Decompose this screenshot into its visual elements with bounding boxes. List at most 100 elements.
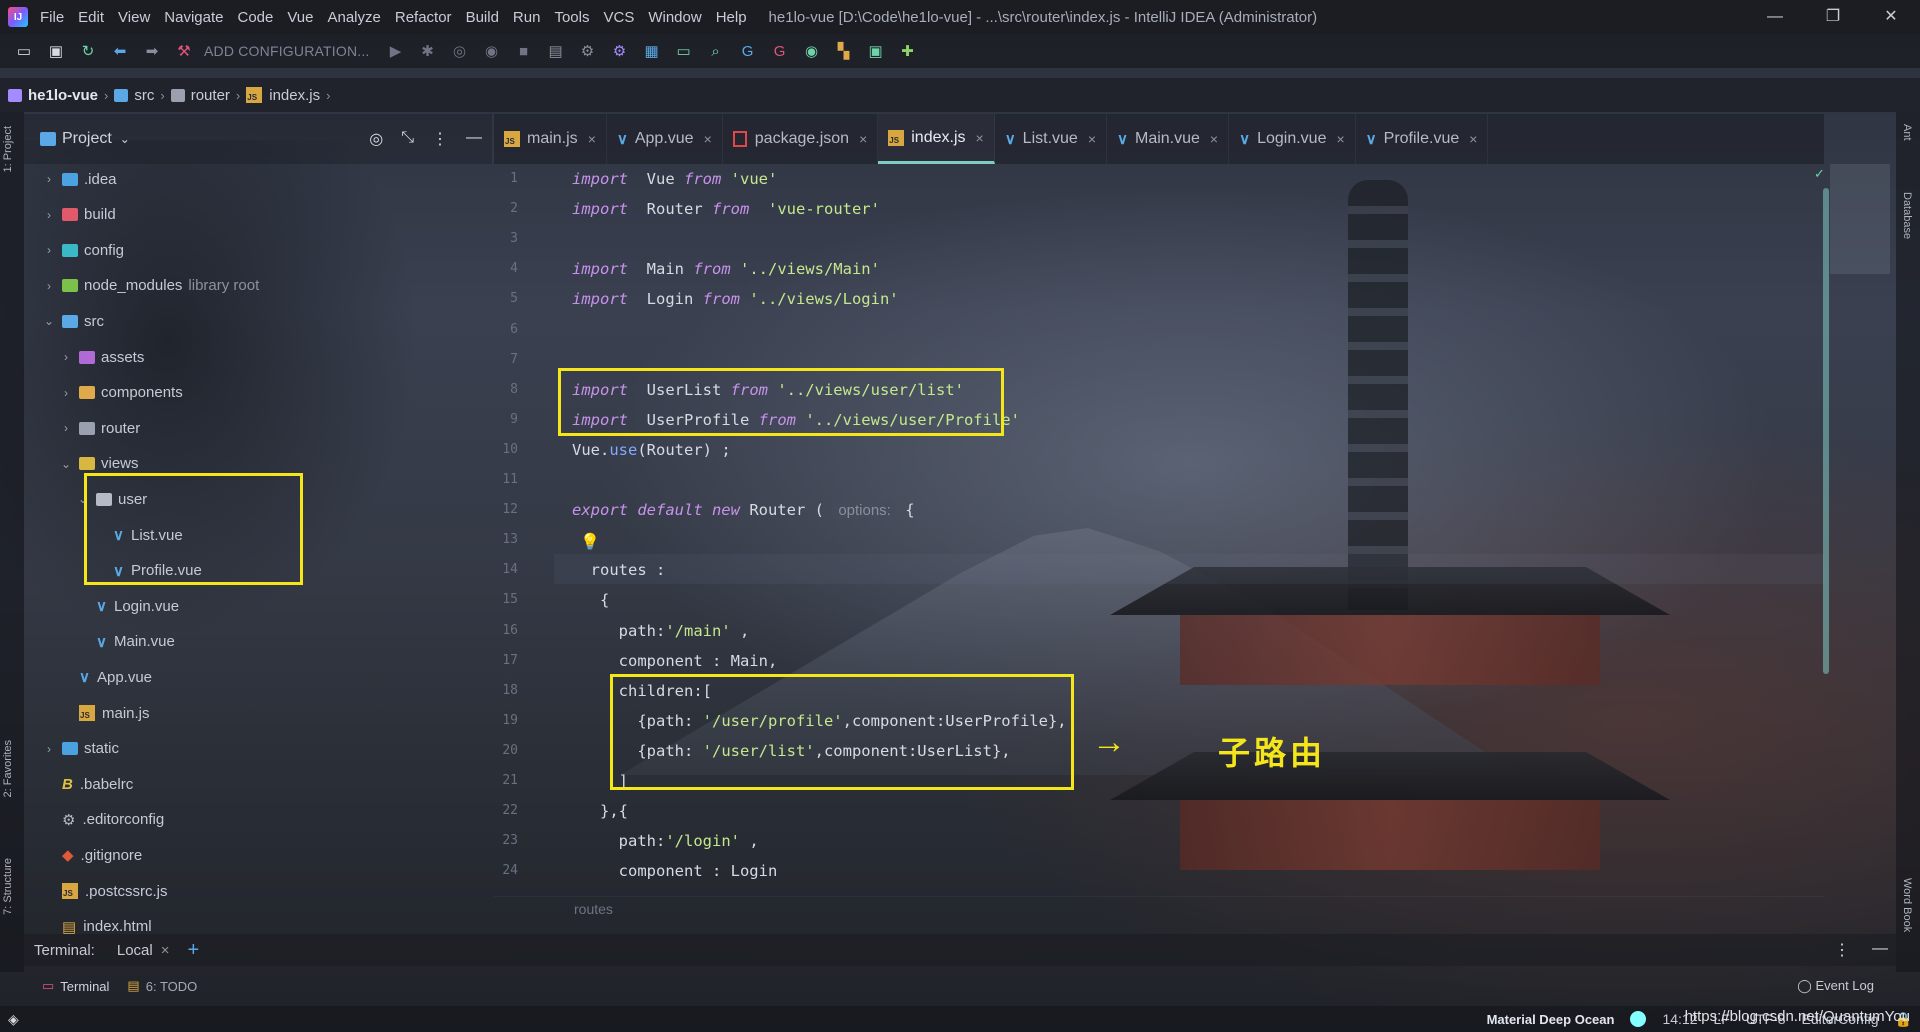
editor-tab-list-vue[interactable]: ∨ List.vue × xyxy=(995,114,1107,164)
line-number[interactable]: 11 xyxy=(494,472,518,487)
more-options-icon[interactable]: ⋮ xyxy=(1834,940,1850,960)
chevron-down-icon[interactable]: ⌄ xyxy=(59,457,73,471)
chevron-right-icon[interactable]: › xyxy=(42,279,56,293)
line-number[interactable]: 8 xyxy=(494,382,518,397)
editor-scrollbar[interactable] xyxy=(1823,188,1829,674)
editor-tab-package-json[interactable]: package.json × xyxy=(723,114,879,164)
search-icon[interactable]: ⌕ xyxy=(705,40,727,62)
line-number[interactable]: 7 xyxy=(494,352,518,367)
menu-help[interactable]: Help xyxy=(716,9,747,26)
line-number[interactable]: 24 xyxy=(494,863,518,878)
translate-icon[interactable]: G xyxy=(737,40,759,62)
code-line[interactable]: { xyxy=(572,585,609,615)
code-line[interactable]: path:'/login' , xyxy=(572,826,759,856)
line-number[interactable]: 3 xyxy=(494,231,518,246)
theme-indicator[interactable]: Material Deep Ocean xyxy=(1487,1012,1615,1027)
breadcrumb-src[interactable]: src xyxy=(114,87,154,104)
close-tab-icon[interactable]: × xyxy=(161,942,170,959)
editor-tab-app-vue[interactable]: ∨ App.vue × xyxy=(607,114,723,164)
editor-tab-login-vue[interactable]: ∨ Login.vue × xyxy=(1229,114,1356,164)
close-tab-icon[interactable]: × xyxy=(859,131,867,147)
code-editor[interactable]: import Vue from 'vue' import Router from … xyxy=(572,164,1752,904)
code-icon[interactable]: ▣ xyxy=(865,40,887,62)
open-folder-icon[interactable]: ▭ xyxy=(13,40,35,62)
line-number[interactable]: 21 xyxy=(494,773,518,788)
chevron-right-icon[interactable]: › xyxy=(59,350,73,364)
tree-item-babelrc[interactable]: B .babelrc xyxy=(42,769,133,799)
menu-edit[interactable]: Edit xyxy=(78,9,104,26)
puzzle-icon[interactable]: ✚ xyxy=(897,40,919,62)
line-number[interactable]: 12 xyxy=(494,502,518,517)
line-number[interactable]: 5 xyxy=(494,291,518,306)
project-view-selector[interactable]: Project ⌄ xyxy=(40,130,130,148)
close-tab-icon[interactable]: × xyxy=(976,130,984,146)
lightbulb-icon[interactable]: 💡 xyxy=(580,532,600,552)
menu-analyze[interactable]: Analyze xyxy=(327,9,380,26)
menu-file[interactable]: File xyxy=(40,9,64,26)
layout-icon[interactable]: ▦ xyxy=(641,40,663,62)
close-tab-icon[interactable]: × xyxy=(704,131,712,147)
collapse-all-icon[interactable]: ⤡ xyxy=(401,129,414,149)
tree-item-gitignore[interactable]: ◆ .gitignore xyxy=(42,840,142,870)
plugin-icon[interactable]: ◉ xyxy=(801,40,823,62)
line-number[interactable]: 13 xyxy=(494,532,518,547)
line-number[interactable]: 10 xyxy=(494,442,518,457)
translate-alt-icon[interactable]: G xyxy=(769,40,791,62)
code-line[interactable]: import Login from '../views/Login' xyxy=(572,284,899,314)
editor-tab-main-vue[interactable]: ∨ Main.vue × xyxy=(1107,114,1230,164)
menu-build[interactable]: Build xyxy=(466,9,499,26)
editor-tab-profile-vue[interactable]: ∨ Profile.vue × xyxy=(1356,114,1489,164)
event-log-button[interactable]: ◯ Event Log xyxy=(1797,978,1874,994)
build-hammer-icon[interactable]: ⚒ xyxy=(173,40,195,62)
chevron-right-icon[interactable]: › xyxy=(42,208,56,222)
tool-window-database[interactable]: Database xyxy=(1901,192,1913,239)
menu-refactor[interactable]: Refactor xyxy=(395,9,452,26)
hide-panel-icon[interactable]: — xyxy=(466,129,482,149)
menu-code[interactable]: Code xyxy=(237,9,273,26)
close-tab-icon[interactable]: × xyxy=(588,131,596,147)
line-number[interactable]: 14 xyxy=(494,562,518,577)
grid-icon[interactable]: ▚ xyxy=(833,40,855,62)
locate-icon[interactable]: ◎ xyxy=(369,129,383,149)
restore-icon[interactable]: ❐ xyxy=(1804,0,1862,34)
line-number[interactable]: 15 xyxy=(494,592,518,607)
terminal-icon[interactable]: ▭ xyxy=(673,40,695,62)
breadcrumb-router[interactable]: router xyxy=(170,87,230,104)
stop-icon[interactable]: ■ xyxy=(513,40,535,62)
close-tab-icon[interactable]: × xyxy=(1210,131,1218,147)
chevron-right-icon[interactable]: › xyxy=(59,421,73,435)
save-icon[interactable]: ▣ xyxy=(45,40,67,62)
tree-item-config[interactable]: › config xyxy=(42,235,124,265)
terminal-tab-local[interactable]: Local × xyxy=(117,942,170,959)
tool-window-word-book[interactable]: Word Book xyxy=(1901,878,1913,932)
editor-tab-main-js[interactable]: JS main.js × xyxy=(494,114,607,164)
editor-tab-index-js[interactable]: JS index.js × xyxy=(878,114,995,164)
debug-icon[interactable]: ✱ xyxy=(417,40,439,62)
close-tab-icon[interactable]: × xyxy=(1088,131,1096,147)
menu-navigate[interactable]: Navigate xyxy=(164,9,223,26)
footer-crumb-routes[interactable]: routes xyxy=(574,901,613,917)
tree-item-login-vue[interactable]: ∨ Login.vue xyxy=(76,591,179,621)
chevron-right-icon[interactable]: › xyxy=(42,243,56,257)
tool-tab-todo[interactable]: ▤ 6: TODO xyxy=(127,978,197,994)
menu-vcs[interactable]: VCS xyxy=(603,9,634,26)
tree-item-components[interactable]: › components xyxy=(59,378,183,408)
coverage-icon[interactable]: ◎ xyxy=(449,40,471,62)
code-line[interactable]: routes : xyxy=(572,555,666,585)
layers-icon[interactable]: ◈ xyxy=(8,1011,19,1028)
close-tab-icon[interactable]: × xyxy=(1336,131,1344,147)
close-icon[interactable]: ✕ xyxy=(1862,0,1920,34)
tree-item-router[interactable]: › router xyxy=(59,413,140,443)
chevron-right-icon[interactable]: › xyxy=(42,742,56,756)
tree-item-index-html[interactable]: ▤ index.html xyxy=(42,912,152,934)
add-configuration-button[interactable]: ADD CONFIGURATION... xyxy=(204,43,370,59)
line-number[interactable]: 17 xyxy=(494,653,518,668)
menu-vue[interactable]: Vue xyxy=(287,9,313,26)
settings-icon[interactable]: ⚙ xyxy=(609,40,631,62)
breadcrumb-file[interactable]: JS index.js xyxy=(246,87,320,104)
minimize-icon[interactable]: — xyxy=(1746,0,1804,34)
code-line[interactable]: export default new Router ( options: { xyxy=(572,495,915,525)
tool-window-project[interactable]: 1: Project xyxy=(2,126,14,172)
code-line[interactable]: import Vue from 'vue' xyxy=(572,164,777,194)
menu-run[interactable]: Run xyxy=(513,9,541,26)
